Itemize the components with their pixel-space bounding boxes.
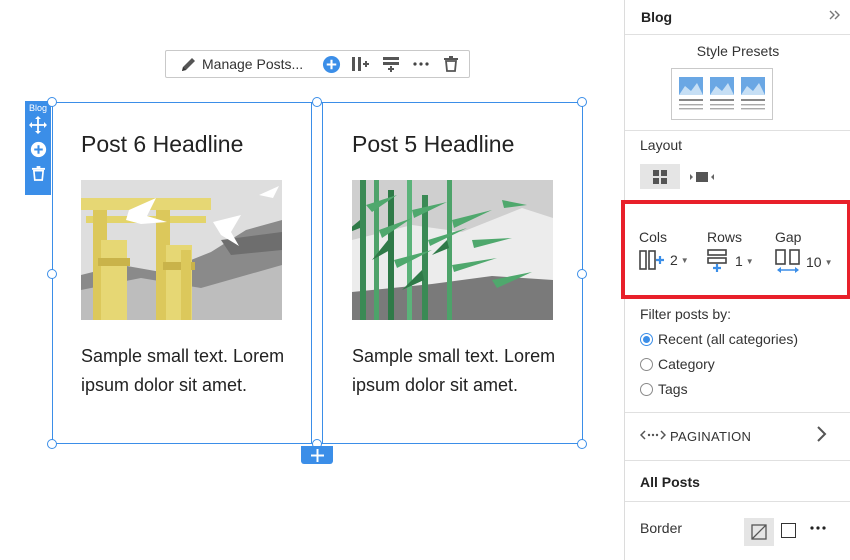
- gap-dropdown[interactable]: 10 ▼: [775, 249, 833, 275]
- resize-handle-top-center[interactable]: [312, 97, 322, 107]
- filter-option-category[interactable]: Category: [640, 356, 715, 372]
- rows-dropdown[interactable]: 1 ▼: [707, 249, 754, 273]
- chevron-down-icon: ▼: [680, 255, 689, 265]
- resize-handle-bottom-left[interactable]: [47, 439, 57, 449]
- all-posts-title: All Posts: [640, 474, 700, 490]
- section-divider: [625, 501, 850, 502]
- resize-handle-middle-right[interactable]: [577, 269, 587, 279]
- layout-slider-button[interactable]: [687, 164, 717, 189]
- add-element-button[interactable]: [25, 137, 51, 161]
- manage-posts-button[interactable]: Manage Posts...: [180, 55, 303, 73]
- section-divider: [625, 460, 850, 461]
- pagination-label: PAGINATION: [670, 429, 752, 444]
- border-label: Border: [640, 520, 683, 536]
- delete-element-button[interactable]: [25, 161, 51, 185]
- layout-grid-button[interactable]: [640, 164, 680, 189]
- gap-icon: [775, 249, 800, 273]
- blog-toolbar: Manage Posts...: [165, 50, 470, 78]
- resize-handle-top-right[interactable]: [577, 97, 587, 107]
- gap-label: Gap: [775, 229, 802, 245]
- cols-value: 2: [670, 252, 678, 268]
- pagination-icon: [640, 430, 666, 440]
- section-divider: [625, 130, 850, 131]
- move-button[interactable]: [25, 113, 51, 137]
- post-summary[interactable]: Sample small text. Lorem ipsum dolor sit…: [352, 342, 562, 399]
- pencil-icon: [182, 58, 195, 71]
- resize-handle-bottom-right[interactable]: [577, 439, 587, 449]
- chevron-down-icon: ▼: [824, 257, 833, 267]
- rows-label: Rows: [707, 229, 743, 245]
- more-icon: [810, 526, 826, 530]
- add-post-button[interactable]: [319, 52, 343, 76]
- bamboo-image[interactable]: [352, 180, 553, 320]
- rows-add-icon: [707, 249, 727, 272]
- rows-value: 1: [735, 253, 743, 269]
- cols-label: Cols: [639, 229, 668, 245]
- filter-option-label: Tags: [658, 381, 688, 397]
- post-headline[interactable]: Post 5 Headline: [352, 131, 514, 158]
- layout-title: Layout: [640, 137, 683, 153]
- more-options-button[interactable]: [409, 52, 433, 76]
- torii-gate-image[interactable]: [81, 180, 282, 320]
- cols-dropdown[interactable]: 2 ▼: [639, 249, 689, 271]
- pagination-section[interactable]: PAGINATION: [625, 413, 850, 459]
- delete-button[interactable]: [439, 52, 463, 76]
- no-border-icon: [751, 524, 767, 540]
- plus-icon: [310, 448, 324, 462]
- double-chevron-right-icon: [829, 10, 840, 20]
- add-below-button[interactable]: [301, 446, 333, 464]
- grid-icon: [653, 169, 667, 184]
- slider-layout-icon: [690, 171, 714, 182]
- editor-canvas: Manage Posts... Blog Post 6 Headline Sam…: [0, 0, 624, 560]
- chevron-down-icon: ▼: [745, 256, 754, 266]
- panel-title: Blog: [641, 9, 673, 25]
- filter-option-label: Recent (all categories): [658, 331, 799, 347]
- filter-option-recent[interactable]: Recent (all categories): [640, 331, 798, 347]
- collapse-panel-button[interactable]: [829, 8, 841, 24]
- add-row-button[interactable]: [379, 52, 403, 76]
- filter-title: Filter posts by:: [640, 306, 732, 322]
- move-icon: [29, 116, 47, 134]
- resize-handle-top-left[interactable]: [47, 97, 57, 107]
- add-column-button[interactable]: [349, 52, 373, 76]
- more-icon: [413, 62, 429, 66]
- radio-button[interactable]: [640, 357, 653, 371]
- column-divider[interactable]: [311, 102, 323, 444]
- trash-icon: [31, 165, 45, 181]
- columns-add-icon: [639, 250, 664, 270]
- trash-icon: [444, 56, 459, 72]
- settings-panel: Blog Style Presets Layout Cols Rows Gap …: [621, 0, 850, 560]
- manage-posts-label: Manage Posts...: [202, 56, 304, 72]
- radio-button[interactable]: [640, 332, 653, 346]
- filter-option-tags[interactable]: Tags: [640, 381, 688, 397]
- border-none-button[interactable]: [744, 518, 774, 546]
- add-row-icon: [383, 57, 400, 72]
- border-more-button[interactable]: [810, 518, 826, 534]
- preset-thumbnail-icon: [679, 77, 765, 110]
- resize-handle-middle-left[interactable]: [47, 269, 57, 279]
- border-full-button[interactable]: [781, 523, 796, 538]
- add-circle-icon: [322, 55, 340, 73]
- post-summary[interactable]: Sample small text. Lorem ipsum dolor sit…: [81, 342, 291, 399]
- panel-header: Blog: [625, 0, 850, 35]
- post-headline[interactable]: Post 6 Headline: [81, 131, 243, 158]
- style-preset-selector[interactable]: [671, 68, 773, 120]
- add-circle-icon: [30, 141, 46, 157]
- blog-element-tag: Blog: [25, 101, 51, 195]
- filter-option-label: Category: [658, 356, 715, 372]
- add-column-icon: [352, 57, 370, 71]
- radio-button[interactable]: [640, 382, 653, 396]
- gap-value: 10: [806, 254, 822, 270]
- chevron-right-icon: [816, 425, 828, 448]
- style-presets-title: Style Presets: [696, 43, 780, 59]
